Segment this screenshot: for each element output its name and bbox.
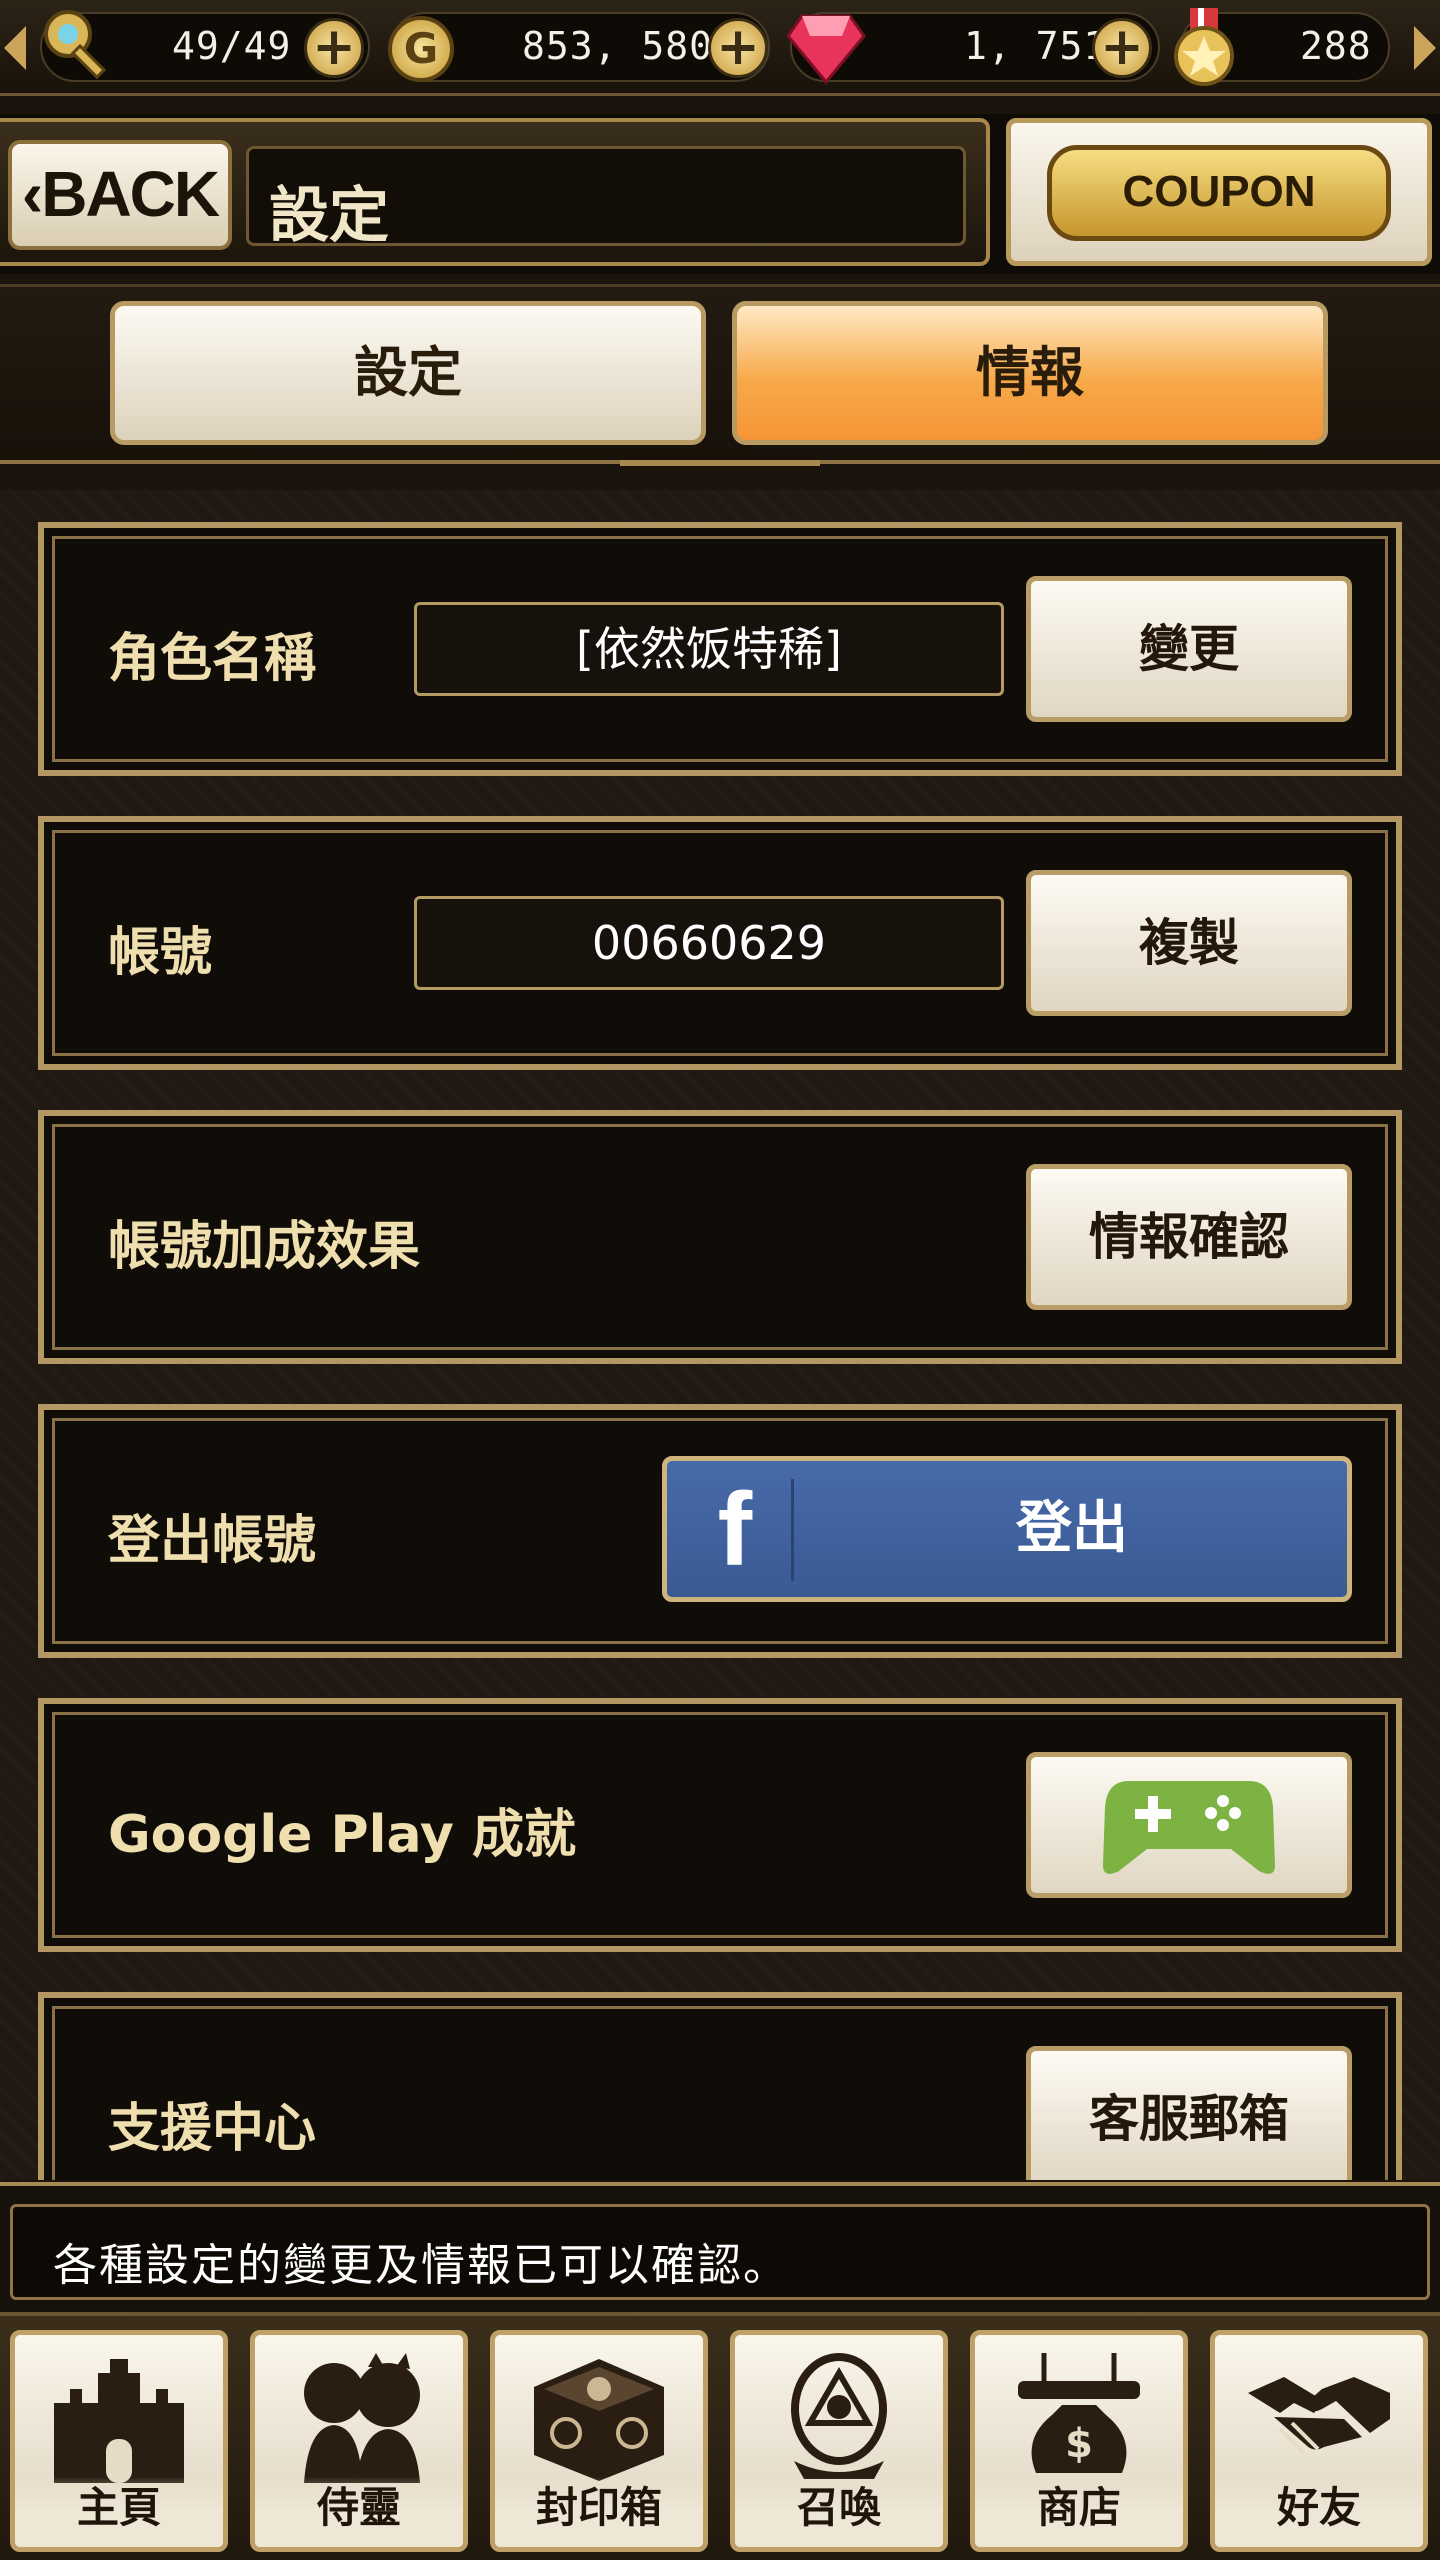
nav-shop[interactable]: $ 商店 (970, 2330, 1188, 2552)
account-bonus-row: 帳號加成效果 情報確認 (38, 1110, 1402, 1364)
divider-ornament (620, 460, 820, 486)
nav-spirits-label: 侍靈 (255, 2477, 463, 2547)
character-name-row: 角色名稱 [依然饭特稀] 變更 (38, 522, 1402, 776)
gold-value: 853, 580 (522, 24, 714, 68)
page-title: 設定 (269, 181, 389, 251)
add-stamina-button[interactable]: + (304, 18, 364, 78)
back-label: BACK (41, 158, 220, 230)
tab-info[interactable]: 情報 (732, 301, 1328, 445)
medal-value: 288 (1300, 24, 1372, 68)
account-bonus-label: 帳號加成效果 (108, 1217, 421, 1277)
google-play-achievements-button[interactable] (1026, 1752, 1352, 1898)
friends-icon (1248, 2377, 1390, 2455)
ruby-gem-icon (786, 14, 866, 85)
change-name-button[interactable]: 變更 (1026, 576, 1352, 722)
character-name-label: 角色名稱 (108, 629, 317, 689)
add-gold-button[interactable]: + (708, 18, 768, 78)
spirits-icon (304, 2353, 420, 2483)
tab-settings-label: 設定 (354, 341, 462, 404)
google-play-row: Google Play 成就 (38, 1698, 1402, 1952)
check-info-button[interactable]: 情報確認 (1026, 1164, 1352, 1310)
nav-home[interactable]: 主頁 (10, 2330, 228, 2552)
summon-icon (791, 2353, 887, 2479)
gold-coin-icon: G (388, 16, 454, 82)
change-name-label: 變更 (1139, 620, 1239, 678)
support-mailbox-label: 客服郵箱 (1089, 2090, 1289, 2148)
coupon-badge: COUPON (1047, 145, 1391, 241)
left-arrow-icon (4, 26, 26, 70)
key-icon (44, 10, 107, 80)
header: ‹BACK 設定 COUPON (0, 114, 1440, 274)
facebook-icon: f (717, 1472, 753, 1588)
facebook-divider (791, 1479, 794, 1581)
page-title-box: 設定 (246, 146, 966, 251)
castle-icon (54, 2359, 184, 2483)
nav-shop-label: 商店 (975, 2477, 1183, 2547)
back-arrow-icon: ‹ (21, 158, 43, 230)
account-row: 帳號 00660629 複製 (38, 816, 1402, 1070)
star-medal-icon (1174, 8, 1234, 86)
tip-box: 各種設定的變更及情報已可以確認。 (10, 2204, 1430, 2300)
copy-account-button[interactable]: 複製 (1026, 870, 1352, 1016)
nav-home-label: 主頁 (15, 2477, 223, 2547)
tab-info-label: 情報 (976, 341, 1084, 404)
nav-spirits[interactable]: 侍靈 (250, 2330, 468, 2552)
check-info-label: 情報確認 (1089, 1208, 1289, 1266)
support-center-row: 支援中心 客服郵箱 (38, 1992, 1402, 2180)
svg-text:$: $ (1065, 2421, 1093, 2467)
logout-label: 登出帳號 (108, 1511, 317, 1571)
account-id-field: 00660629 (414, 896, 1004, 990)
coupon-label: COUPON (1122, 167, 1316, 216)
support-center-label: 支援中心 (108, 2099, 317, 2159)
support-mailbox-button[interactable]: 客服郵箱 (1026, 2046, 1352, 2180)
tip-text: 各種設定的變更及情報已可以確認。 (53, 2240, 789, 2291)
account-label: 帳號 (108, 923, 213, 983)
logout-button-label: 登出 (1016, 1496, 1128, 1561)
copy-account-label: 複製 (1139, 914, 1239, 972)
nav-friends-label: 好友 (1215, 2477, 1423, 2547)
nav-summon-label: 召喚 (735, 2477, 943, 2547)
nav-friends[interactable]: 好友 (1210, 2330, 1428, 2552)
coupon-button[interactable]: COUPON (1006, 118, 1432, 266)
nav-seal-box[interactable]: 封印箱 (490, 2330, 708, 2552)
tab-settings[interactable]: 設定 (110, 301, 706, 445)
tip-bar: 各種設定的變更及情報已可以確認。 (0, 2182, 1440, 2316)
info-panel-list: 角色名稱 [依然饭特稀] 變更 帳號 00660629 複製 帳號加成效果 情報… (0, 490, 1440, 2180)
facebook-logout-button[interactable]: f 登出 (662, 1456, 1352, 1602)
nav-seal-box-label: 封印箱 (495, 2477, 703, 2547)
right-arrow-icon (1414, 26, 1436, 70)
add-gems-button[interactable]: + (1092, 18, 1152, 78)
shop-icon: $ (1018, 2353, 1140, 2473)
stamina-value: 49/49 (172, 24, 292, 68)
nav-summon[interactable]: 召喚 (730, 2330, 948, 2552)
tab-bar: 設定 情報 (0, 284, 1440, 464)
bottom-nav: 主頁 侍靈 封印箱 召喚 $ 商店 好友 (0, 2316, 1440, 2560)
gem-value: 1, 751 (964, 24, 1108, 68)
title-frame: ‹BACK 設定 (0, 118, 990, 266)
google-play-label: Google Play 成就 (108, 1805, 576, 1865)
resource-bar: 49/49 + 853, 580 G + 1, 751 + 288 (0, 0, 1440, 96)
gamepad-icon (1103, 1781, 1275, 1874)
character-name-field: [依然饭特稀] (414, 602, 1004, 696)
logout-row: 登出帳號 f 登出 (38, 1404, 1402, 1658)
seal-box-icon (534, 2359, 664, 2481)
back-button[interactable]: ‹BACK (8, 140, 232, 250)
